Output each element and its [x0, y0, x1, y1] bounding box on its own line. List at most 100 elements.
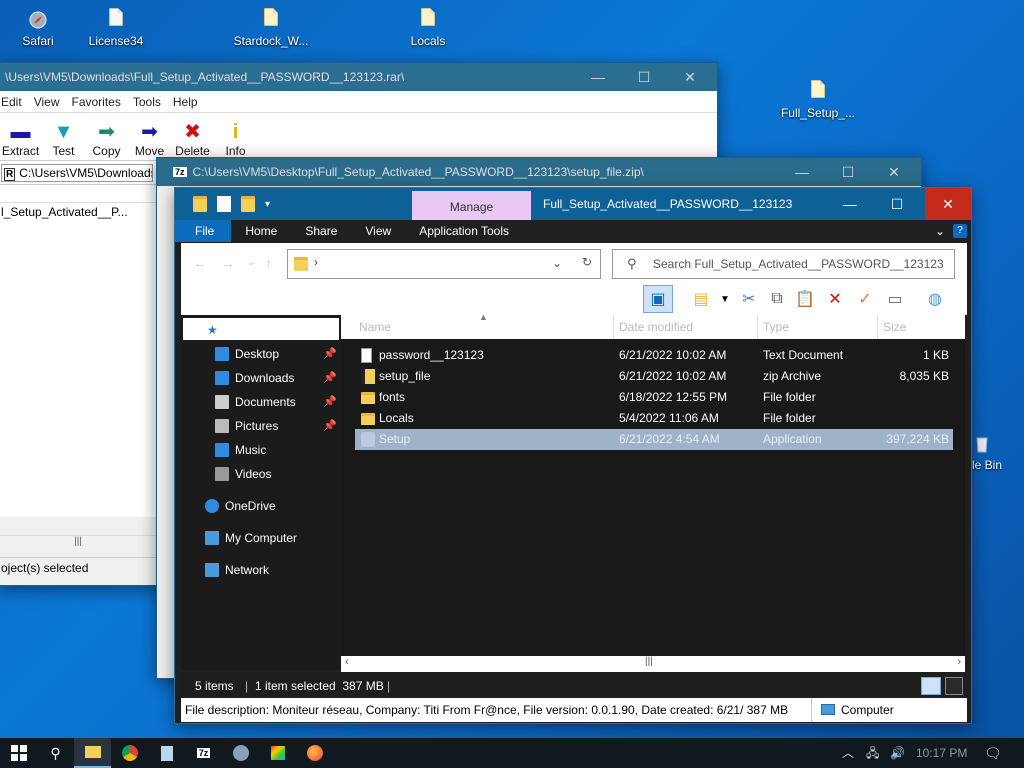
desktop-icon-full-setup[interactable]: Full_Setup_...: [778, 80, 858, 120]
search-button[interactable]: ⚲: [37, 738, 74, 768]
tab-view[interactable]: View: [351, 220, 405, 242]
address-dropdown-icon[interactable]: ⌄: [552, 256, 562, 270]
info-button[interactable]: i Info: [214, 120, 257, 158]
tab-home[interactable]: Home: [231, 220, 291, 242]
new-folder-icon[interactable]: [241, 196, 255, 212]
cut-button[interactable]: ✂: [737, 287, 761, 311]
explorer-titlebar[interactable]: ▾ Manage Full_Setup_Activated__PASSWORD_…: [175, 188, 971, 220]
column-name[interactable]: Name: [359, 315, 391, 339]
menu-view[interactable]: View: [32, 95, 70, 109]
scroll-left-icon[interactable]: ‹: [345, 656, 349, 668]
tab-application-tools[interactable]: Application Tools: [405, 220, 523, 242]
extract-button[interactable]: ▬ Extract: [0, 120, 42, 158]
expand-ribbon-icon[interactable]: ⌄: [935, 224, 945, 238]
column-date-modified[interactable]: Date modified: [619, 315, 693, 339]
column-size[interactable]: Size: [883, 315, 906, 339]
sidebar-item-quick-access[interactable]: ★ Quick access: [183, 318, 339, 340]
file-list-pane[interactable]: Name ▲ Date modified Type Size password_…: [341, 312, 965, 670]
taskbar-chrome[interactable]: [111, 738, 148, 768]
properties-button[interactable]: ▭: [883, 287, 907, 311]
notification-icon[interactable]: 🗨: [984, 738, 1002, 768]
sidebar-item-pictures[interactable]: Pictures 📌: [181, 414, 341, 438]
recent-locations-icon[interactable]: ⌄: [247, 257, 255, 268]
desktop-icon-license34[interactable]: License34: [76, 8, 156, 48]
pin-icon[interactable]: 📌: [323, 390, 337, 414]
details-view-icon[interactable]: [921, 677, 941, 695]
sidebar-item-onedrive[interactable]: OneDrive: [181, 494, 341, 518]
preview-pane-button[interactable]: ▣: [643, 285, 673, 313]
desktop-icon-safari[interactable]: Safari: [0, 8, 78, 48]
archive-address-field[interactable]: R C:\Users\VM5\Downloads: [1, 163, 153, 182]
new-item-dropdown[interactable]: ▼: [713, 287, 737, 311]
volume-icon[interactable]: 🔊: [890, 738, 905, 768]
sidebar-item-videos[interactable]: Videos: [181, 462, 341, 486]
desktop-icon-locals[interactable]: Locals: [388, 8, 468, 48]
table-row[interactable]: setup_file 6/21/2022 10:02 AM zip Archive 8…: [355, 366, 953, 387]
maximize-button[interactable]: ☐: [874, 188, 920, 220]
close-button[interactable]: ✕: [871, 158, 917, 186]
back-button[interactable]: ←: [193, 255, 207, 271]
minimize-button[interactable]: —: [779, 158, 825, 186]
refresh-icon[interactable]: ↻: [582, 255, 592, 269]
large-icons-view-icon[interactable]: [945, 677, 963, 695]
column-divider[interactable]: [757, 315, 758, 339]
move-button[interactable]: ➡ Move: [128, 120, 171, 158]
clock[interactable]: 10:17 PM: [916, 738, 967, 768]
paste-button[interactable]: 📋: [793, 287, 817, 311]
menu-tools[interactable]: Tools: [131, 95, 171, 109]
help-icon[interactable]: ?: [953, 224, 967, 238]
archive-titlebar[interactable]: \Users\VM5\Downloads\Full_Setup_Activate…: [0, 63, 717, 91]
sidebar-item-my-computer[interactable]: My Computer: [181, 526, 341, 550]
pin-icon[interactable]: 📌: [323, 366, 337, 390]
customize-toolbar-icon[interactable]: ▾: [265, 199, 270, 210]
zip-titlebar[interactable]: 7z C:\Users\VM5\Desktop\Full_Setup_Activ…: [157, 158, 921, 186]
maximize-button[interactable]: ☐: [621, 63, 667, 91]
pin-icon[interactable]: 📌: [323, 342, 337, 366]
sidebar-item-desktop[interactable]: Desktop 📌: [181, 342, 341, 366]
archive-file-list[interactable]: l_Setup_Activated__P...: [0, 203, 157, 517]
list-item[interactable]: l_Setup_Activated__P...: [0, 203, 157, 221]
menu-edit[interactable]: Edit: [0, 95, 32, 109]
taskbar-notepad[interactable]: [148, 738, 185, 768]
start-button[interactable]: [0, 738, 37, 768]
address-bar[interactable]: › ⌄ ↻: [287, 249, 601, 279]
horizontal-scrollbar[interactable]: ‹ ||| ›: [341, 656, 965, 672]
tab-manage[interactable]: Manage: [412, 191, 531, 220]
taskbar-file-explorer[interactable]: [74, 738, 111, 768]
taskbar-7zip[interactable]: 7z: [185, 738, 222, 768]
sidebar-item-downloads[interactable]: Downloads 📌: [181, 366, 341, 390]
taskbar-globe-app[interactable]: [222, 738, 259, 768]
table-row[interactable]: password__123123 6/21/2022 10:02 AM Text D…: [355, 345, 953, 366]
globe-button[interactable]: ◍: [923, 287, 947, 311]
checkmark-properties-icon[interactable]: [217, 196, 231, 212]
menu-favorites[interactable]: Favorites: [69, 95, 130, 109]
chevron-up-icon[interactable]: ︿: [842, 738, 854, 768]
search-input[interactable]: Search Full_Setup_Activated__PASSWORD__1…: [612, 249, 955, 279]
scroll-right-icon[interactable]: ›: [957, 656, 961, 668]
breadcrumb-chevron[interactable]: ›: [314, 255, 318, 269]
column-divider[interactable]: [877, 315, 878, 339]
sidebar-item-documents[interactable]: Documents 📌: [181, 390, 341, 414]
close-button[interactable]: ✕: [667, 63, 713, 91]
network-tray-icon[interactable]: 🖧: [866, 738, 879, 768]
column-type[interactable]: Type: [763, 315, 789, 339]
tab-share[interactable]: Share: [291, 220, 351, 242]
maximize-button[interactable]: ☐: [825, 158, 871, 186]
table-row[interactable]: fonts 6/18/2022 12:55 PM File folder: [355, 387, 953, 408]
minimize-button[interactable]: —: [827, 188, 873, 220]
table-row[interactable]: Locals 5/4/2022 11:06 AM File folder: [355, 408, 953, 429]
test-button[interactable]: ▼ Test: [42, 120, 85, 158]
up-button[interactable]: ↑: [265, 255, 272, 271]
scroll-thumb-grip[interactable]: |||: [645, 656, 653, 667]
rename-button[interactable]: ✓: [853, 287, 877, 311]
desktop-icon-stardock[interactable]: Stardock_W...: [231, 8, 311, 48]
copy-button[interactable]: ⧉: [765, 287, 789, 311]
delete-button[interactable]: ✖ Delete: [171, 120, 214, 158]
delete-button[interactable]: ✕: [823, 287, 847, 311]
column-divider[interactable]: [613, 315, 614, 339]
minimize-button[interactable]: —: [575, 63, 621, 91]
sidebar-item-network[interactable]: Network: [181, 558, 341, 582]
forward-button[interactable]: →: [221, 255, 235, 271]
sidebar-item-music[interactable]: Music: [181, 438, 341, 462]
copy-button[interactable]: ➡ Copy: [85, 120, 128, 158]
